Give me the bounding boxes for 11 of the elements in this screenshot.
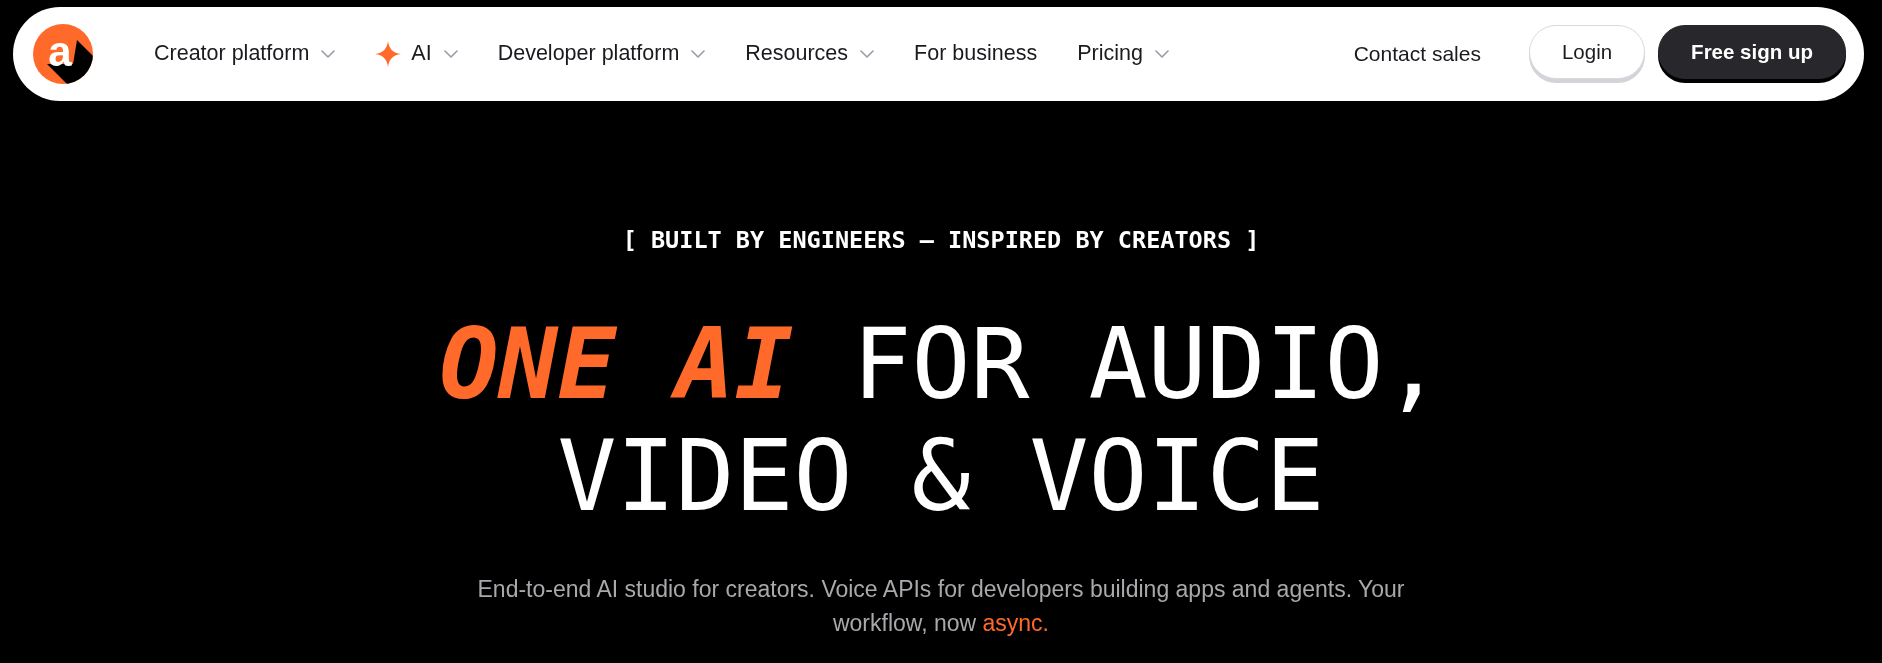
- sparkle-icon: [375, 41, 402, 67]
- nav-menu-item[interactable]: Developer platform: [497, 41, 706, 67]
- nav-menu-item[interactable]: Resources: [745, 41, 875, 67]
- nav-menu-item[interactable]: AI: [375, 41, 458, 67]
- nav-menu-item[interactable]: Pricing: [1077, 41, 1169, 67]
- headline: ONE AI FOR AUDIO, VIDEO & VOICE: [438, 308, 1444, 532]
- tagline: [ BUILT BY ENGINEERS — INSPIRED BY CREATORS ]: [622, 226, 1260, 254]
- nav-menu-item[interactable]: For business: [914, 41, 1038, 67]
- contact-sales-link[interactable]: Contact sales: [1353, 38, 1481, 70]
- nav-menu-item[interactable]: Creator platform: [154, 41, 336, 67]
- subtitle: End-to-end AI studio for creators. Voice APIs for developers building apps and agents. Your workflow, now async.: [476, 575, 1406, 638]
